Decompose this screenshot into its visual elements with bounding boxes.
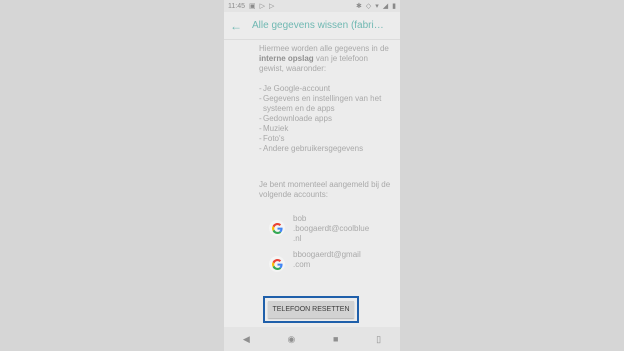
- nav-home-icon[interactable]: ◉: [287, 334, 295, 345]
- account-item: bob .boogaerdt@coolblue .nl: [259, 214, 395, 244]
- status-bar: 11:45 ▣ ▷ ▷ ✱ ◇ ▾ ◢ ▮: [224, 0, 400, 12]
- app-bar: ← Alle gegevens wissen (fabri…: [224, 12, 400, 40]
- wifi-icon: ▾: [375, 3, 379, 10]
- list-item: Foto's: [259, 134, 395, 144]
- content: Hiermee worden alle gegevens in de inter…: [259, 44, 395, 278]
- list-item: Gedownloade apps: [259, 114, 395, 124]
- page-title: Alle gegevens wissen (fabri…: [252, 20, 384, 31]
- battery-icon: ▮: [392, 3, 396, 10]
- back-arrow-icon[interactable]: ←: [230, 19, 252, 33]
- list-item: Muziek: [259, 124, 395, 134]
- list-item: Gegevens en instellingen van het systeem…: [259, 94, 395, 114]
- status-time: 11:45: [228, 2, 245, 10]
- account-email-line: .com: [293, 260, 311, 269]
- account-email-line: .nl: [293, 234, 302, 243]
- erase-list: Je Google-account Gegevens en instelling…: [259, 84, 395, 154]
- account-item: bboogaerdt@gmail .com: [259, 250, 395, 272]
- signed-in-text: Je bent momenteel aangemeld bij de volge…: [259, 180, 391, 199]
- account-email-line: bob: [293, 214, 307, 223]
- nav-bar: ◀ ◉ ■ ▯: [224, 327, 400, 351]
- play-icon: ▷: [259, 3, 266, 10]
- notification-icon: ▣: [249, 3, 256, 10]
- vibrate-icon: ◇: [365, 3, 372, 10]
- bluetooth-icon: ✱: [355, 3, 362, 10]
- list-item: Je Google-account: [259, 84, 395, 94]
- nav-back-icon[interactable]: ◀: [243, 334, 250, 345]
- signal-icon: ◢: [382, 3, 389, 10]
- reset-phone-button[interactable]: TELEFOON RESETTEN: [268, 301, 354, 318]
- google-g-icon: [269, 256, 285, 272]
- list-item: Andere gebruikersgegevens: [259, 144, 395, 154]
- account-email-line: .boogaerdt@coolblue: [293, 224, 370, 233]
- nav-recents-icon[interactable]: ■: [333, 334, 338, 344]
- accounts-list: bob .boogaerdt@coolblue .nl bboogaerdt@g…: [259, 214, 395, 272]
- intro-text: Hiermee worden alle gegevens in de inter…: [259, 44, 389, 73]
- reset-button-highlight: TELEFOON RESETTEN: [263, 296, 359, 323]
- google-g-icon: [269, 220, 285, 236]
- play-store-icon: ▷: [269, 3, 275, 10]
- account-email-line: bboogaerdt@gmail: [293, 250, 361, 259]
- intro-bold: interne opslag: [259, 54, 314, 63]
- nav-rotate-icon[interactable]: ▯: [376, 334, 381, 345]
